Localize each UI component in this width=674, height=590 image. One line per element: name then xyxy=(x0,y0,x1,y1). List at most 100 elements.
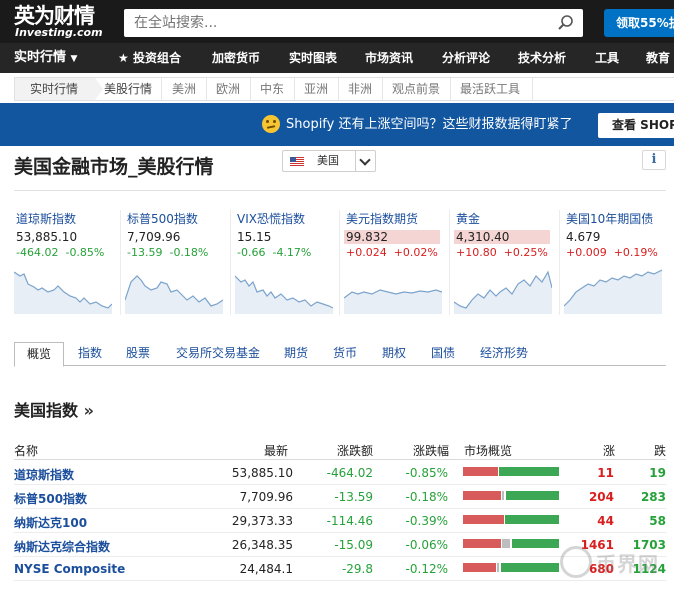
tab-overview[interactable]: 概览 xyxy=(14,342,65,367)
search-input[interactable] xyxy=(124,9,544,37)
subnav-item-africa[interactable]: 非洲 xyxy=(348,78,372,100)
tab-futures[interactable]: 期货 xyxy=(284,342,308,366)
market-breadth-bar xyxy=(463,467,559,476)
quote-card[interactable]: 美元指数期货 99.832 +0.024 +0.02% xyxy=(339,210,444,315)
col-last[interactable]: 最新 xyxy=(264,442,288,459)
search-box[interactable] xyxy=(124,9,583,37)
quote-card[interactable]: 美国10年期国债 4.679 +0.009 +0.19% xyxy=(559,210,664,315)
subnav-item-most-active[interactable]: 最活跃工具 xyxy=(460,78,520,100)
nav-item-crypto[interactable]: 加密货币 xyxy=(212,43,260,73)
quote-price: 4.679 xyxy=(566,230,601,244)
tab-stocks[interactable]: 股票 xyxy=(126,342,150,366)
quote-change: -0.66 -4.17% xyxy=(237,246,312,259)
quote-card[interactable]: VIX恐慌指数 15.15 -0.66 -4.17% xyxy=(230,210,335,315)
subnav-item-europe[interactable]: 欧洲 xyxy=(216,78,240,100)
subnav-item-middle-east[interactable]: 中东 xyxy=(260,78,284,100)
nav-item-analysis[interactable]: 分析评论 xyxy=(442,43,490,73)
quote-card[interactable]: 标普500指数 7,709.96 -13.59 -0.18% xyxy=(120,210,225,315)
quote-change: +0.009 +0.19% xyxy=(566,246,658,259)
advances-count: 11 xyxy=(597,466,614,480)
logo-english: Investing.com xyxy=(15,26,103,39)
banner-text: Shopify 还有上涨空间吗？这些财报数据得盯紧了 xyxy=(286,117,573,132)
star-icon: ★ xyxy=(118,51,129,65)
banner-button[interactable]: 查看 SHOP xyxy=(598,113,674,138)
col-advances: 涨 xyxy=(603,444,616,458)
index-name-link[interactable]: 纳斯达克100 xyxy=(14,514,87,531)
country-label: 美国 xyxy=(317,154,339,167)
market-breadth-bar xyxy=(463,563,559,572)
col-name[interactable]: 名称 xyxy=(14,442,38,459)
nav-item-education[interactable]: 教育 xyxy=(646,43,670,73)
quote-change: -464.02 -0.85% xyxy=(16,246,105,259)
tab-indices[interactable]: 指数 xyxy=(78,342,102,366)
tab-currencies[interactable]: 货币 xyxy=(333,342,357,366)
quote-card[interactable]: 道琼斯指数 53,885.10 -464.02 -0.85% xyxy=(14,210,114,315)
nav-item-quotes[interactable]: 实时行情 ▼ xyxy=(14,43,77,73)
sparkline-chart xyxy=(14,271,112,314)
tab-bonds[interactable]: 国债 xyxy=(431,342,455,366)
index-name-link[interactable]: 纳斯达克综合指数 xyxy=(14,538,110,555)
quote-change: +0.024 +0.02% xyxy=(346,246,438,259)
main-nav: 实时行情 ▼ ★ 投资组合 加密货币 实时图表 市场资讯 分析评论 技术分析 工… xyxy=(0,43,674,73)
sub-nav: 实时行情 美股行情 美洲 欧洲 中东 亚洲 非洲 观点前景 最活跃工具 xyxy=(14,77,674,101)
quote-name[interactable]: VIX恐慌指数 xyxy=(237,210,305,227)
chevron-down-icon[interactable] xyxy=(355,151,375,171)
index-name-link[interactable]: 道琼斯指数 xyxy=(14,466,74,483)
sparkline-chart xyxy=(125,275,223,314)
search-icon[interactable] xyxy=(557,14,575,32)
last-price: 53,885.10 xyxy=(231,466,293,480)
sparkline-chart xyxy=(564,269,662,314)
subnav-item-asia[interactable]: 亚洲 xyxy=(304,78,328,100)
nav-item-tools[interactable]: 工具 xyxy=(595,43,619,73)
investing-logo[interactable]: 英为财情 Investing.com xyxy=(14,4,114,40)
nav-item-news[interactable]: 市场资讯 xyxy=(365,43,413,73)
info-icon[interactable]: i xyxy=(642,150,666,170)
tab-economy[interactable]: 经济形势 xyxy=(480,342,528,366)
chevron-right-icon: » xyxy=(83,401,94,420)
country-selector[interactable]: 美国 xyxy=(282,150,376,172)
subnav-item-outlook[interactable]: 观点前景 xyxy=(392,78,440,100)
table-row[interactable]: 纳斯达克100 29,373.33 -114.46 -0.39% 44 58 xyxy=(14,509,666,533)
nav-item-charts[interactable]: 实时图表 xyxy=(289,43,337,73)
tab-options[interactable]: 期权 xyxy=(382,342,406,366)
nav-item-technical[interactable]: 技术分析 xyxy=(518,43,566,73)
col-declines: 跌 xyxy=(654,444,667,458)
col-change[interactable]: 涨跌额 xyxy=(337,442,373,459)
top-bar: 英为财情 Investing.com 领取55%折 xyxy=(0,0,674,43)
quote-price: 53,885.10 xyxy=(16,230,78,244)
us-flag-icon xyxy=(290,157,304,166)
subnav-item-us-stocks[interactable]: 美股行情 xyxy=(104,78,152,100)
sparkline-chart xyxy=(235,275,333,314)
table-row[interactable]: 标普500指数 7,709.96 -13.59 -0.18% 204 283 xyxy=(14,485,666,509)
col-pct[interactable]: 涨跌幅 xyxy=(413,442,449,459)
change-percent: -0.39% xyxy=(405,514,448,528)
index-name-link[interactable]: NYSE Composite xyxy=(14,562,125,576)
index-name-link[interactable]: 标普500指数 xyxy=(14,490,87,507)
promo-button[interactable]: 领取55%折 xyxy=(604,9,674,37)
subnav-item-americas[interactable]: 美洲 xyxy=(172,78,196,100)
last-price: 7,709.96 xyxy=(239,490,293,504)
change-value: -13.59 xyxy=(334,490,373,504)
advances-count: 204 xyxy=(588,490,614,504)
nav-item-portfolio[interactable]: ★ 投资组合 xyxy=(118,43,181,73)
quote-card[interactable]: 黄金 4,310.40 +10.80 +0.25% xyxy=(449,210,554,315)
quote-change: +10.80 +0.25% xyxy=(456,246,548,259)
quote-name[interactable]: 道琼斯指数 xyxy=(16,210,76,227)
quote-price: 15.15 xyxy=(237,230,272,244)
quote-name[interactable]: 美国10年期国债 xyxy=(566,210,653,227)
promo-banner[interactable]: Shopify 还有上涨空间吗？这些财报数据得盯紧了 查看 SHOP xyxy=(0,103,674,146)
table-row[interactable]: 道琼斯指数 53,885.10 -464.02 -0.85% 11 19 xyxy=(14,461,666,485)
section-title[interactable]: 美国指数 » xyxy=(14,397,94,421)
change-value: -464.02 xyxy=(326,466,373,480)
quote-name[interactable]: 美元指数期货 xyxy=(346,210,418,227)
quote-name[interactable]: 黄金 xyxy=(456,210,480,227)
quote-name[interactable]: 标普500指数 xyxy=(127,210,198,227)
change-percent: -0.06% xyxy=(405,538,448,552)
sparkline-chart xyxy=(454,270,552,314)
logo-chinese: 英为财情 xyxy=(14,4,95,28)
tab-etfs[interactable]: 交易所交易基金 xyxy=(176,342,260,366)
subnav-item-quotes[interactable]: 实时行情 xyxy=(30,78,78,100)
change-value: -29.8 xyxy=(341,562,373,576)
market-tabs: 概览 指数 股票 交易所交易基金 期货 货币 期权 国债 经济形势 xyxy=(14,342,666,367)
declines-count: 19 xyxy=(649,466,666,480)
